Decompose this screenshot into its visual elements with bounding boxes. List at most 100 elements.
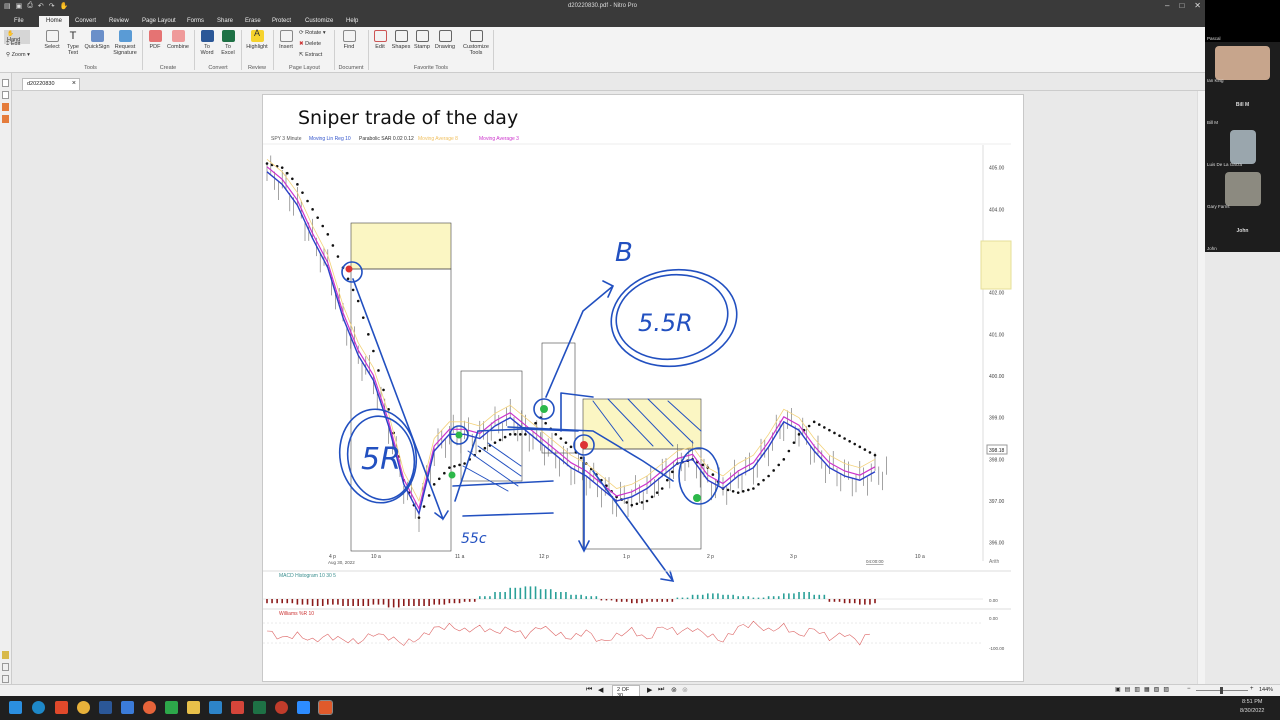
macd-bar [772,596,775,599]
word-icon[interactable] [99,701,112,714]
shapes-button[interactable]: Shapes [391,30,411,50]
edge-icon[interactable] [32,701,45,714]
thinkorswim-icon[interactable] [165,701,178,714]
zoom-mode[interactable]: ⚲ Zoom ▾ [6,52,30,58]
maximize-button[interactable]: □ [1179,1,1184,10]
tab-erase[interactable]: Erase [245,16,261,27]
nitro-pro-icon[interactable] [318,700,333,715]
first-page-button[interactable]: ⏮ [586,686,592,694]
mail-icon[interactable] [121,701,134,714]
tab-review[interactable]: Review [109,16,129,27]
previous-page-button[interactable]: ◀ [598,686,603,694]
firefox-icon[interactable] [143,701,156,714]
pdf-button[interactable]: PDF [146,30,164,50]
type-text-button[interactable]: T Type Text [64,30,82,56]
participant-tile[interactable]: Ian King [1205,42,1280,84]
to-excel-button[interactable]: To Excel [219,30,237,56]
participant-tile[interactable]: Gary Farris [1205,168,1280,210]
tab-page-layout[interactable]: Page Layout [142,16,176,27]
attachments-panel-icon[interactable] [2,103,9,111]
macd-bar [762,597,765,599]
tab-customize[interactable]: Customize [305,16,333,27]
document-tabs: d20220830 × [12,73,1205,91]
tab-forms[interactable]: Forms [187,16,204,27]
document-tab[interactable]: d20220830 × [22,78,80,90]
view-mode-icons[interactable]: ▣▤▥▦▧▨ [1115,686,1173,693]
last-page-button[interactable]: ⏭ [658,686,664,694]
fields-icon[interactable] [2,675,9,683]
price-tick-label: 405.00 [989,166,1005,172]
macd-bar [544,589,547,599]
sar-dot [711,473,715,476]
sar-dot [453,464,456,468]
participant-tile[interactable]: Luis De La Garza [1205,126,1280,168]
vertical-scrollbar[interactable] [1197,91,1205,684]
back-view-button[interactable]: ⊚ [671,686,677,694]
sar-dot [772,469,775,472]
macd-bar [681,597,684,599]
participant-tile[interactable]: Pascal [1205,0,1280,42]
request-signature-button[interactable]: Request Signature [112,30,138,56]
app-icon[interactable] [275,701,288,714]
zoom-out-button[interactable]: − [1187,686,1191,692]
notes-icon[interactable] [2,651,9,659]
edit-mode[interactable]: ⌶ Edit [6,41,20,48]
brave-icon[interactable] [55,701,68,714]
find-button[interactable]: Find [340,30,358,50]
macd-bar [291,599,294,604]
delete-button[interactable]: ✖ Delete [299,41,321,47]
edit-button[interactable]: Edit [372,30,388,50]
tab-share[interactable]: Share [217,16,233,27]
extract-button[interactable]: ⇱ Extract [299,52,322,58]
tab-file[interactable]: File [14,16,24,27]
onenote-icon[interactable] [209,701,222,714]
zoom-app-icon[interactable] [297,701,310,714]
macd-bar [433,599,435,605]
macd-bar [448,599,451,604]
rotate-button[interactable]: ⟳ Rotate ▾ [299,30,326,36]
participant-tile[interactable]: Bill M Bill M [1205,84,1280,126]
sar-dot [660,487,664,490]
windows-start-icon[interactable] [9,701,22,714]
drawing-button[interactable]: Drawing [433,30,457,50]
customize-tools-button[interactable]: Customize Tools [461,30,491,56]
highlight-button[interactable]: A Highlight [244,29,270,51]
chrome-icon[interactable] [77,701,90,714]
comments-panel-icon[interactable] [2,115,9,123]
tab-protect[interactable]: Protect [272,16,291,27]
pages-panel-icon[interactable] [2,79,9,87]
tab-convert[interactable]: Convert [75,16,96,27]
select-button[interactable]: Select [43,30,61,50]
quicksign-button[interactable]: QuickSign [84,30,110,50]
close-tab-icon[interactable]: × [72,80,76,87]
tab-help[interactable]: Help [346,16,358,27]
forward-view-button[interactable]: ⊚ [682,686,688,694]
participant-tile[interactable]: John John [1205,210,1280,252]
ribbon: ✋ Hand ⌶ Edit ⚲ Zoom ▾ Select T Type Text… [0,27,1205,73]
app-icon[interactable] [231,701,244,714]
minimize-button[interactable]: – [1165,1,1169,10]
sar-dot [534,421,537,425]
macd-bar [296,599,299,605]
excel-icon[interactable] [253,701,266,714]
sar-dot [671,470,674,474]
tab-home[interactable]: Home [39,16,70,27]
macd-label: MACD Histogram 10 30 5 [279,573,336,579]
to-word-button[interactable]: To Word [198,30,216,56]
bookmarks-panel-icon[interactable] [2,91,9,99]
zoom-slider-thumb[interactable] [1220,687,1223,694]
file-explorer-icon[interactable] [187,701,200,714]
macd-bar [788,593,790,599]
output-icon[interactable] [2,663,9,671]
stamp-button[interactable]: Stamp [413,30,431,50]
combine-button[interactable]: Combine [166,30,190,50]
insert-button[interactable]: Insert [277,30,295,50]
macd-bar [777,596,780,599]
next-page-button[interactable]: ▶ [647,686,652,694]
sar-dot [838,434,841,438]
status-bar: ⏮ ◀ 2 OF 30 ▶ ⏭ ⊚ ⊚ ▣▤▥▦▧▨ − + 144% [0,684,1280,701]
close-button[interactable]: ✕ [1194,1,1201,10]
sar-dot [635,502,639,506]
sar-dot [483,446,487,450]
zoom-in-button[interactable]: + [1250,686,1254,692]
